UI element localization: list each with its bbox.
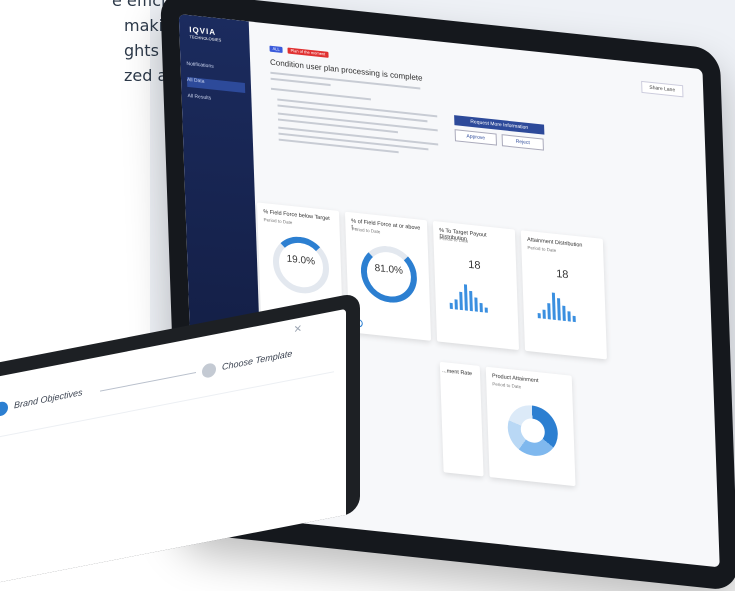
card-value: 18 — [468, 258, 481, 273]
brand-logo: IQVIA TECHNOLOGIES — [189, 25, 221, 42]
bar — [557, 298, 561, 321]
card-subtitle: Period to Date — [263, 217, 293, 226]
divider — [0, 371, 334, 439]
step-indicator — [202, 362, 216, 379]
status-badge: Plan of the moment — [287, 47, 329, 58]
distribution-bars — [449, 279, 488, 313]
bar — [537, 313, 541, 319]
step-indicator-active — [0, 400, 8, 418]
step-label[interactable]: Brand Objectives — [14, 387, 83, 410]
bar — [449, 302, 453, 310]
sidebar-item-all-results[interactable]: All Results — [187, 93, 245, 109]
kpi-card[interactable]: Attainment Distribution Period to Date 1… — [520, 230, 607, 360]
card-value: 18 — [555, 267, 569, 282]
sidebar-item-notifications[interactable]: Notifications — [186, 61, 244, 77]
kpi-card[interactable]: ...ment Rate — [439, 361, 484, 477]
card-subtitle: Period to Date — [492, 381, 522, 390]
bar — [572, 315, 576, 323]
share-button[interactable]: Share Lane — [641, 80, 684, 98]
kpi-card[interactable]: % To Target Payout Distribution Period t… — [432, 220, 520, 351]
bar — [459, 291, 463, 311]
step-label[interactable]: Choose Template — [222, 348, 292, 372]
bar — [454, 299, 458, 310]
card-subtitle: Period to Date — [527, 244, 557, 253]
bar — [469, 290, 473, 312]
sidebar-item-all-data[interactable]: All Data — [186, 76, 246, 94]
kpi-card[interactable]: Product Attainment Period to Date — [485, 366, 576, 487]
step-connector — [100, 372, 196, 392]
bar — [551, 292, 556, 320]
bar — [463, 284, 468, 311]
reject-button[interactable]: Reject — [501, 134, 544, 151]
distribution-bars — [537, 288, 576, 323]
bar — [567, 311, 571, 322]
close-icon[interactable]: ✕ — [294, 323, 302, 336]
bar — [474, 297, 478, 312]
status-badge: ALL — [269, 45, 283, 54]
bar — [542, 309, 546, 319]
card-title: ...ment Rate — [441, 367, 473, 378]
bar — [562, 305, 566, 322]
bar — [479, 302, 483, 313]
approve-button[interactable]: Approve — [454, 129, 497, 146]
bar — [547, 303, 551, 320]
bar — [484, 307, 488, 313]
